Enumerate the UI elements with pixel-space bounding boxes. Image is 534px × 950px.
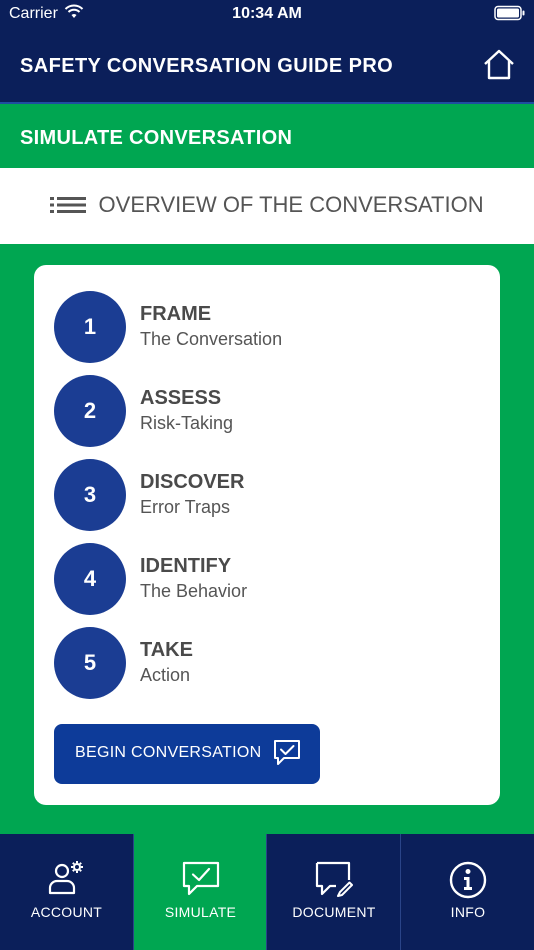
chat-check-icon — [182, 861, 219, 896]
step-number: 2 — [54, 375, 126, 447]
account-settings-icon — [48, 861, 83, 895]
step-number: 4 — [54, 543, 126, 615]
step-subtitle: Error Traps — [140, 497, 231, 517]
overview-bar: OVERVIEW OF THE CONVERSATION — [0, 168, 534, 244]
tab-document[interactable]: DOCUMENT — [266, 834, 401, 950]
tab-label: DOCUMENT — [292, 904, 376, 920]
begin-conversation-label: BEGIN CONVERSATION — [75, 744, 262, 761]
tab-info[interactable]: INFO — [400, 834, 534, 950]
battery-icon — [494, 5, 526, 26]
tab-label: INFO — [450, 904, 486, 920]
section-bar: SIMULATE CONVERSATION — [0, 102, 534, 170]
step-number: 1 — [54, 291, 126, 363]
step-number: 5 — [54, 627, 126, 699]
step-title: DISCOVER — [140, 471, 245, 493]
app-title: SAFETY CONVERSATION GUIDE PRO — [20, 55, 394, 77]
step-frame[interactable]: 1 FRAME The Conversation — [54, 291, 474, 363]
section-title: SIMULATE CONVERSATION — [20, 127, 293, 149]
status-time: 10:34 AM — [232, 5, 302, 22]
step-take[interactable]: 5 TAKE Action — [54, 627, 474, 699]
steps-card: 1 FRAME The Conversation 2 ASSESS Risk-T… — [34, 265, 500, 805]
tab-simulate[interactable]: SIMULATE — [133, 834, 267, 950]
status-bar: Carrier 10:34 AM — [0, 0, 534, 28]
tab-label: ACCOUNT — [30, 904, 103, 920]
step-assess[interactable]: 2 ASSESS Risk-Taking — [54, 375, 474, 447]
step-number: 3 — [54, 459, 126, 531]
tab-account[interactable]: ACCOUNT — [0, 834, 133, 950]
step-subtitle: The Behavior — [140, 581, 248, 601]
step-subtitle: Risk-Taking — [140, 413, 234, 433]
step-title: ASSESS — [140, 387, 222, 409]
step-subtitle: The Conversation — [140, 329, 283, 349]
tab-bar: ACCOUNT SIMULATE DOCUMENT INFO — [0, 834, 534, 950]
overview-title: OVERVIEW OF THE CONVERSATION — [98, 192, 484, 217]
app-header: SAFETY CONVERSATION GUIDE PRO — [0, 28, 534, 102]
list-icon — [50, 192, 98, 217]
step-identify[interactable]: 4 IDENTIFY The Behavior — [54, 543, 474, 615]
begin-conversation-button[interactable]: BEGIN CONVERSATION — [54, 724, 320, 784]
step-subtitle: Action — [140, 665, 191, 685]
tab-label: SIMULATE — [164, 904, 237, 920]
step-title: IDENTIFY — [140, 555, 232, 577]
step-title: FRAME — [140, 303, 212, 325]
chat-edit-icon — [315, 861, 353, 897]
chat-check-icon — [274, 740, 300, 765]
info-icon — [449, 861, 487, 899]
step-title: TAKE — [140, 639, 193, 661]
home-icon[interactable] — [482, 48, 516, 82]
step-discover[interactable]: 3 DISCOVER Error Traps — [54, 459, 474, 531]
